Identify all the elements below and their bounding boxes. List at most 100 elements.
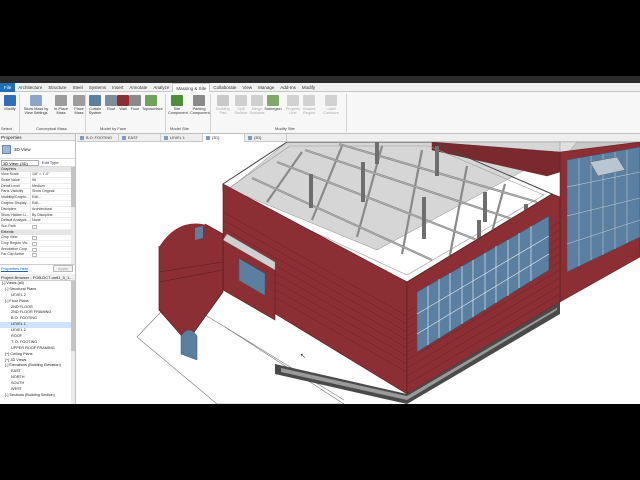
view-tab[interactable]: {3D}	[245, 134, 287, 142]
browser-scrollbar[interactable]	[71, 281, 75, 404]
browser-tree: [-] Views (all) [-] Structural Plans LEVEL…	[0, 281, 75, 399]
ribbon-button-label: Building Pad	[216, 107, 230, 115]
tab-view[interactable]: View	[239, 83, 255, 92]
ribbon-button-site-component[interactable]: Site Component	[168, 94, 188, 124]
tab-manage[interactable]: Manage	[255, 83, 277, 92]
property-value[interactable]: Medium	[30, 183, 68, 189]
split-surface-icon	[235, 95, 247, 106]
property-key: Crop Region Vis...	[1, 240, 30, 245]
ribbon-button-in-place-mass[interactable]: In-Place Mass	[52, 94, 70, 124]
property-key: Show Hidden Li...	[1, 212, 30, 217]
property-value[interactable]: By Discipline	[30, 212, 68, 218]
property-value[interactable]	[32, 241, 37, 246]
properties-help-link[interactable]: Properties help	[1, 266, 28, 271]
tab-modify[interactable]: Modify	[299, 83, 318, 92]
in-place-mass-icon	[55, 95, 67, 106]
place-mass-icon	[73, 95, 85, 106]
ribbon-group-separator	[85, 94, 86, 132]
ribbon-button-parking-component[interactable]: Parking Component	[190, 94, 210, 124]
edit-type-button[interactable]: Edit Type	[42, 160, 59, 165]
modify-icon	[4, 95, 16, 106]
ribbon-group-separator	[19, 94, 20, 132]
ribbon-button-label: Label Contours	[323, 107, 339, 115]
floor-icon	[129, 95, 141, 106]
tab-insert[interactable]: Insert	[109, 83, 126, 92]
property-key: Annotation Crop	[1, 246, 27, 251]
ribbon-panel: Modify Show Mass by View Settings In-Place…	[0, 92, 640, 134]
browser-item[interactable]: [-] Sections (Building Section)	[0, 393, 75, 399]
subregion-icon	[267, 95, 279, 106]
property-value[interactable]	[32, 235, 37, 240]
property-key: Scale Value	[1, 177, 20, 182]
ribbon-button-label: Modify	[4, 107, 16, 111]
ribbon-button-subregion[interactable]: Subregion	[264, 94, 282, 124]
apply-button[interactable]: Apply	[52, 265, 73, 272]
property-key: Visibility/Graphi...	[1, 195, 29, 200]
graded-region-icon	[303, 95, 315, 106]
ribbon-group-separator	[346, 94, 347, 132]
ribbon-button-modify[interactable]: Modify	[1, 94, 19, 124]
tab-architecture[interactable]: Architecture	[15, 83, 45, 92]
browser-title: Project Browser - FOB-DC7-unit1_5_1...	[0, 274, 75, 281]
ribbon-button-label: Toposurface	[142, 107, 163, 111]
ribbon-group-model-by-face: Model by Face	[100, 126, 127, 131]
show-mass-by-view-settings-icon	[30, 95, 42, 106]
ribbon-button-building-pad[interactable]: Building Pad	[214, 94, 232, 124]
view-tab[interactable]: LEVEL 1	[161, 134, 203, 142]
instance-dropdown[interactable]: 3D View: {3D}	[1, 159, 39, 166]
tab-add-ins[interactable]: Add-Ins	[277, 83, 299, 92]
tab-file[interactable]: File	[0, 82, 16, 92]
revit-window: File Architecture Structure Steel Systems In…	[0, 76, 640, 404]
building-3d-model	[136, 141, 640, 404]
property-value[interactable]: Edit...	[30, 200, 68, 206]
building-pad-icon	[217, 95, 229, 106]
property-row: Far Clip Active	[0, 252, 75, 259]
view-tab[interactable]: EAST	[119, 134, 161, 142]
properties-scrollbar[interactable]	[71, 167, 75, 264]
type-selector[interactable]: 3D View	[0, 141, 75, 159]
ribbon-button-label-contours[interactable]: Label Contours	[322, 94, 340, 124]
ribbon-button-label: Graded Region	[302, 107, 316, 115]
toposurface-icon	[145, 95, 157, 106]
view-tab-bar: B.O. FOOTING EAST LEVEL 1 {3D} {3D}	[77, 134, 640, 142]
ribbon-button-graded-region[interactable]: Graded Region	[300, 94, 318, 124]
3d-view-icon	[2, 145, 11, 154]
ribbon-button-label: Show Mass by View Settings	[23, 107, 49, 115]
view-tab[interactable]: B.O. FOOTING	[77, 134, 119, 142]
properties-footer: Properties help Apply	[0, 264, 76, 272]
property-key: Crop View	[1, 234, 18, 239]
view-tab[interactable]: {3D}	[203, 134, 245, 142]
drawing-area[interactable]: ↖	[77, 141, 640, 404]
tab-systems[interactable]: Systems	[86, 83, 109, 92]
tab-collaborate[interactable]: Collaborate	[210, 83, 239, 92]
property-value[interactable]: Show Original	[30, 189, 68, 195]
browser-scroll-thumb[interactable]	[71, 281, 75, 351]
property-key: Far Clip Active	[1, 252, 25, 257]
ribbon-group-modify-site: Modify Site	[275, 126, 295, 131]
property-key: Detail Level	[1, 183, 20, 188]
property-value[interactable]	[32, 253, 37, 258]
properties-scroll-thumb[interactable]	[71, 167, 75, 207]
ribbon-button-show-mass-by-view-settings[interactable]: Show Mass by View Settings	[22, 94, 50, 124]
property-value[interactable]	[32, 247, 37, 252]
property-value[interactable]: 1/8" = 1'-0"	[30, 172, 68, 177]
tab-annotate[interactable]: Annotate	[126, 83, 150, 92]
type-name: 3D View	[14, 147, 31, 152]
curtain-system-icon	[89, 95, 101, 106]
tab-analyze[interactable]: Analyze	[150, 83, 172, 92]
properties-palette: Properties 3D View 3D View: {3D} Edit Ty…	[0, 134, 76, 274]
property-key: View Scale	[1, 172, 19, 176]
tab-steel[interactable]: Steel	[70, 83, 86, 92]
property-value[interactable]: Edit...	[30, 195, 68, 200]
tab-structure[interactable]: Structure	[45, 83, 69, 92]
property-value[interactable]: None	[30, 218, 68, 224]
ribbon-group-model-site: Model Site	[170, 126, 189, 131]
properties-title: Properties	[0, 134, 75, 141]
tab-massing-site[interactable]: Massing & Site	[172, 82, 211, 92]
property-value[interactable]: Architectural	[30, 206, 68, 212]
property-value[interactable]: 96	[30, 177, 68, 183]
ribbon-button-toposurface[interactable]: Toposurface	[142, 94, 163, 124]
property-value[interactable]	[32, 225, 37, 230]
ribbon-button-label: Subregion	[264, 107, 282, 111]
merge-surfaces-icon	[251, 95, 263, 106]
